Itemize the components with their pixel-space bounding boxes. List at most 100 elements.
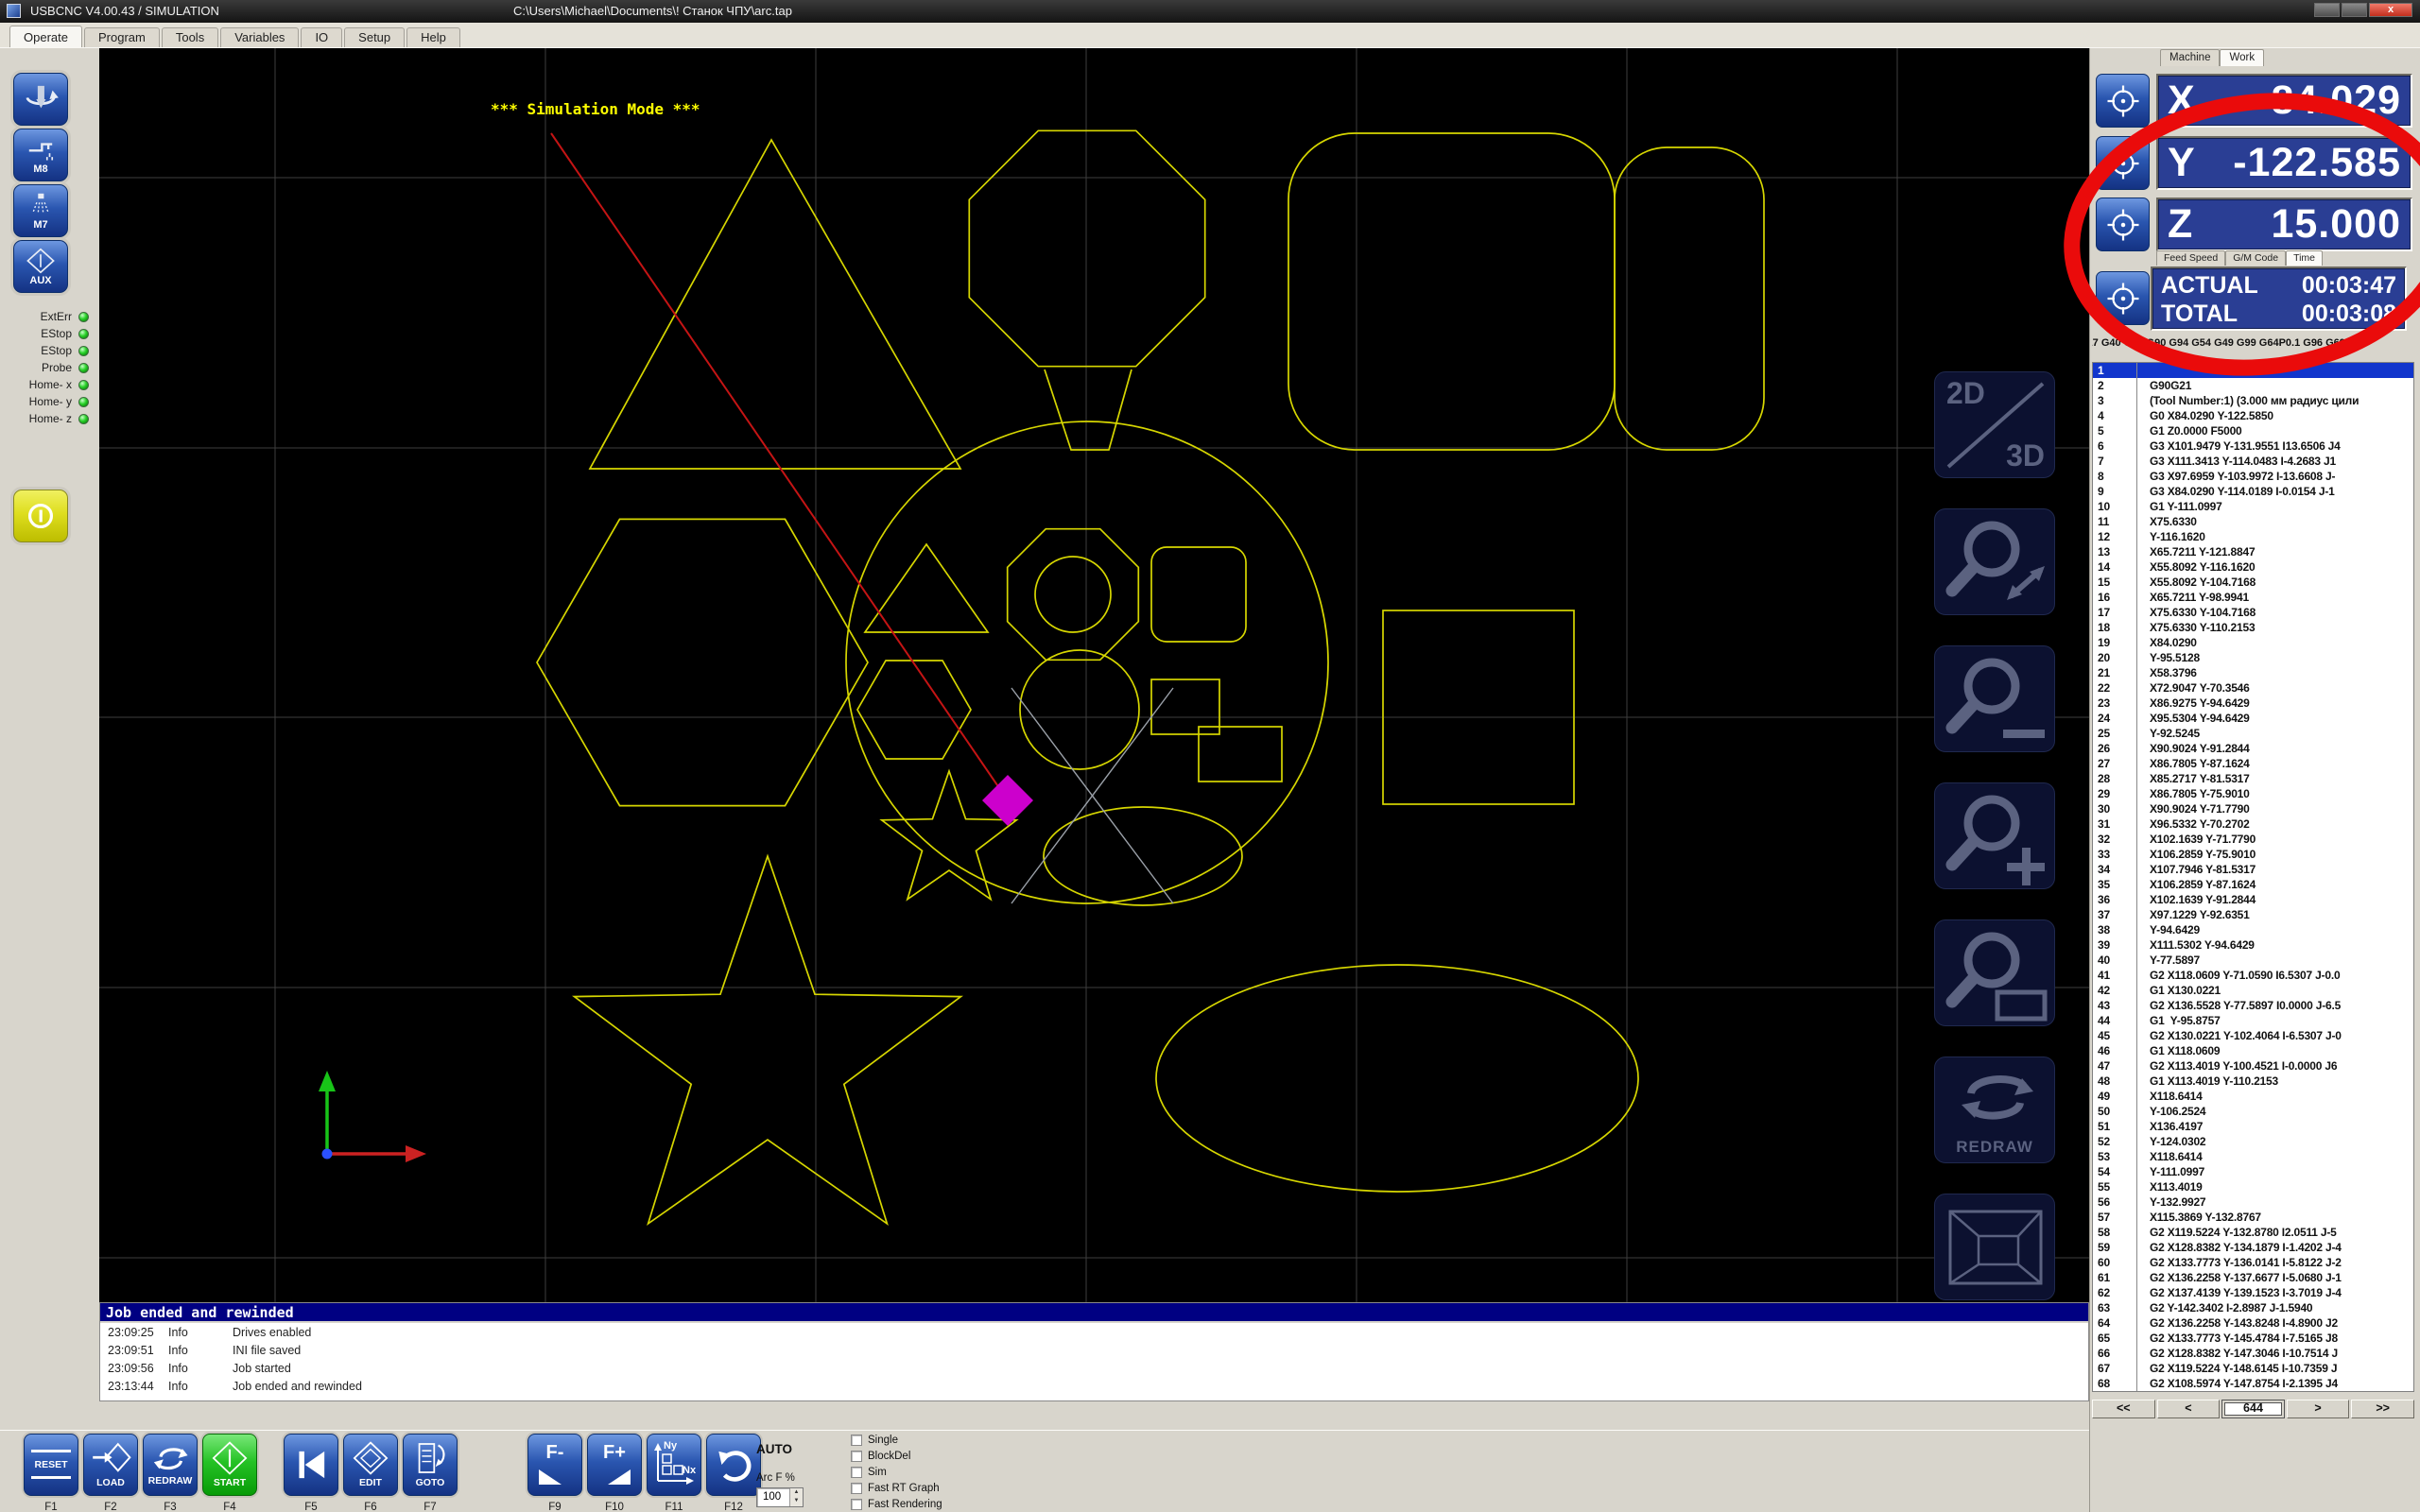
gcode-line[interactable]: 12 Y-116.1620 xyxy=(2093,529,2413,544)
toolpath-canvas[interactable]: *** Simulation Mode *** 2D 3D xyxy=(99,48,2089,1302)
menu-tab[interactable]: Operate xyxy=(9,26,82,47)
coordinate-tab[interactable]: Machine xyxy=(2160,49,2220,66)
view-3d-box-button[interactable] xyxy=(1934,1194,2055,1300)
option-checkbox-row[interactable]: Single xyxy=(851,1432,942,1448)
mist-m7-button[interactable]: M7 xyxy=(13,184,68,237)
gcode-line[interactable]: 14 X55.8092 Y-116.1620 xyxy=(2093,559,2413,575)
page-last-button[interactable]: >> xyxy=(2351,1400,2414,1418)
goto-button[interactable]: GOTO xyxy=(403,1434,458,1496)
gcode-line[interactable]: 46 G1 X118.0609 xyxy=(2093,1043,2413,1058)
gcode-line[interactable]: 17 X75.6330 Y-104.7168 xyxy=(2093,605,2413,620)
gcode-line[interactable]: 55 X113.4019 xyxy=(2093,1179,2413,1194)
gcode-line[interactable]: 63 G2 Y-142.3402 I-2.8987 J-1.5940 xyxy=(2093,1300,2413,1315)
checkbox-icon[interactable] xyxy=(851,1499,862,1510)
gcode-line[interactable]: 62 G2 X137.4139 Y-139.1523 I-3.7019 J-4 xyxy=(2093,1285,2413,1300)
gcode-line[interactable]: 15 X55.8092 Y-104.7168 xyxy=(2093,575,2413,590)
gcode-line[interactable]: 52 Y-124.0302 xyxy=(2093,1134,2413,1149)
gcode-line[interactable]: 32 X102.1639 Y-71.7790 xyxy=(2093,832,2413,847)
gcode-line[interactable]: 29 X86.7805 Y-75.9010 xyxy=(2093,786,2413,801)
gcode-line[interactable]: 57 X115.3869 Y-132.8767 xyxy=(2093,1210,2413,1225)
checkbox-icon[interactable] xyxy=(851,1483,862,1494)
checkbox-icon[interactable] xyxy=(851,1435,862,1446)
gcode-line[interactable]: 1 xyxy=(2093,363,2413,378)
menu-tab[interactable]: Program xyxy=(84,27,160,47)
gcode-line[interactable]: 11 X75.6330 xyxy=(2093,514,2413,529)
axis-zero-button[interactable] xyxy=(2096,198,2150,251)
gcode-line[interactable]: 48 G1 X113.4019 Y-110.2153 xyxy=(2093,1074,2413,1089)
option-checkbox-row[interactable]: BlockDel xyxy=(851,1448,942,1464)
gcode-line[interactable]: 37 X97.1229 Y-92.6351 xyxy=(2093,907,2413,922)
gcode-line[interactable]: 6 G3 X101.9479 Y-131.9551 I13.6506 J4 xyxy=(2093,438,2413,454)
gcode-line[interactable]: 18 X75.6330 Y-110.2153 xyxy=(2093,620,2413,635)
toggle-2d-3d-button[interactable]: 2D 3D xyxy=(1934,371,2055,478)
info-button[interactable] xyxy=(13,490,68,542)
gcode-line[interactable]: 3 (Tool Number:1) (3.000 мм радиус цили xyxy=(2093,393,2413,408)
gcode-line[interactable]: 44 G1 Y-95.8757 xyxy=(2093,1013,2413,1028)
gcode-line[interactable]: 13 X65.7211 Y-121.8847 xyxy=(2093,544,2413,559)
gcode-line[interactable]: 8 G3 X97.6959 Y-103.9972 I-13.6608 J- xyxy=(2093,469,2413,484)
close-button[interactable]: x xyxy=(2369,3,2412,17)
gcode-line[interactable]: 33 X106.2859 Y-75.9010 xyxy=(2093,847,2413,862)
gcode-line[interactable]: 2 G90G21 xyxy=(2093,378,2413,393)
coordinate-tab[interactable]: Work xyxy=(2220,49,2264,66)
zoom-window-button[interactable] xyxy=(1934,919,2055,1026)
gcode-line[interactable]: 4 G0 X84.0290 Y-122.5850 xyxy=(2093,408,2413,423)
gcode-line[interactable]: 28 X85.2717 Y-81.5317 xyxy=(2093,771,2413,786)
gcode-line[interactable]: 16 X65.7211 Y-98.9941 xyxy=(2093,590,2413,605)
edit-button[interactable]: EDIT xyxy=(343,1434,398,1496)
option-checkbox-row[interactable]: Sim xyxy=(851,1464,942,1480)
gcode-line[interactable]: 51 X136.4197 xyxy=(2093,1119,2413,1134)
gcode-line[interactable]: 56 Y-132.9927 xyxy=(2093,1194,2413,1210)
gcode-line[interactable]: 49 X118.6414 xyxy=(2093,1089,2413,1104)
gcode-line[interactable]: 42 G1 X130.0221 xyxy=(2093,983,2413,998)
gcode-line[interactable]: 50 Y-106.2524 xyxy=(2093,1104,2413,1119)
option-checkbox-row[interactable]: Fast RT Graph xyxy=(851,1480,942,1496)
feed-decrease-button[interactable]: F- xyxy=(527,1434,582,1496)
redraw-view-button[interactable]: REDRAW xyxy=(1934,1057,2055,1163)
gcode-line[interactable]: 68 G2 X108.5974 Y-147.8754 I-2.1395 J4 xyxy=(2093,1376,2413,1391)
gcode-line[interactable]: 47 G2 X113.4019 Y-100.4521 I-0.0000 J6 xyxy=(2093,1058,2413,1074)
menu-tab[interactable]: Help xyxy=(406,27,460,47)
gcode-line[interactable]: 40 Y-77.5897 xyxy=(2093,953,2413,968)
gcode-line[interactable]: 67 G2 X119.5224 Y-148.6145 I-10.7359 J xyxy=(2093,1361,2413,1376)
gcode-line[interactable]: 34 X107.7946 Y-81.5317 xyxy=(2093,862,2413,877)
load-button[interactable]: LOAD xyxy=(83,1434,138,1496)
page-next-button[interactable]: > xyxy=(2287,1400,2350,1418)
menu-tab[interactable]: IO xyxy=(301,27,342,47)
gcode-line[interactable]: 61 G2 X136.2258 Y-137.6677 I-5.0680 J-1 xyxy=(2093,1270,2413,1285)
gcode-line[interactable]: 9 G3 X84.0290 Y-114.0189 I-0.0154 J-1 xyxy=(2093,484,2413,499)
menu-tab[interactable]: Tools xyxy=(162,27,218,47)
gcode-line[interactable]: 27 X86.7805 Y-87.1624 xyxy=(2093,756,2413,771)
start-button[interactable]: START xyxy=(202,1434,257,1496)
maximize-button[interactable] xyxy=(2342,3,2367,17)
page-prev-button[interactable]: < xyxy=(2157,1400,2221,1418)
gcode-line[interactable]: 22 X72.9047 Y-70.3546 xyxy=(2093,680,2413,696)
gcode-line[interactable]: 23 X86.9275 Y-94.6429 xyxy=(2093,696,2413,711)
gcode-line[interactable]: 45 G2 X130.0221 Y-102.4064 I-6.5307 J-0 xyxy=(2093,1028,2413,1043)
gcode-line[interactable]: 25 Y-92.5245 xyxy=(2093,726,2413,741)
arc-f-spinner[interactable]: 100 ▲▼ xyxy=(756,1487,804,1507)
redraw-button[interactable]: REDRAW xyxy=(143,1434,198,1496)
gcode-line[interactable]: 59 G2 X128.8382 Y-134.1879 I-1.4202 J-4 xyxy=(2093,1240,2413,1255)
gcode-line[interactable]: 64 G2 X136.2258 Y-143.8248 I-4.8900 J2 xyxy=(2093,1315,2413,1331)
axis-zero-button[interactable] xyxy=(2096,74,2150,128)
coolant-m8-button[interactable]: M8 xyxy=(13,129,68,181)
gcode-line[interactable]: 54 Y-111.0997 xyxy=(2093,1164,2413,1179)
gcode-line[interactable]: 24 X95.5304 Y-94.6429 xyxy=(2093,711,2413,726)
gcode-line[interactable]: 66 G2 X128.8382 Y-147.3046 I-10.7514 J xyxy=(2093,1346,2413,1361)
gcode-line[interactable]: 21 X58.3796 xyxy=(2093,665,2413,680)
spinner-arrows-icon[interactable]: ▲▼ xyxy=(789,1488,803,1506)
return-button[interactable] xyxy=(706,1434,761,1496)
gcode-line[interactable]: 31 X96.5332 Y-70.2702 xyxy=(2093,816,2413,832)
gcode-line[interactable]: 39 X111.5302 Y-94.6429 xyxy=(2093,937,2413,953)
gcode-line[interactable]: 41 G2 X118.0609 Y-71.0590 I6.5307 J-0.0 xyxy=(2093,968,2413,983)
gcode-line[interactable]: 38 Y-94.6429 xyxy=(2093,922,2413,937)
page-first-button[interactable]: << xyxy=(2092,1400,2155,1418)
gcode-line[interactable]: 60 G2 X133.7773 Y-136.0141 I-5.8122 J-2 xyxy=(2093,1255,2413,1270)
info-tab[interactable]: Feed Speed xyxy=(2156,250,2225,266)
zoom-extents-button[interactable] xyxy=(1934,508,2055,615)
menu-tab[interactable]: Variables xyxy=(220,27,299,47)
gcode-line[interactable]: 19 X84.0290 xyxy=(2093,635,2413,650)
menu-tab[interactable]: Setup xyxy=(344,27,405,47)
option-checkbox-row[interactable]: Fast Rendering xyxy=(851,1496,942,1512)
